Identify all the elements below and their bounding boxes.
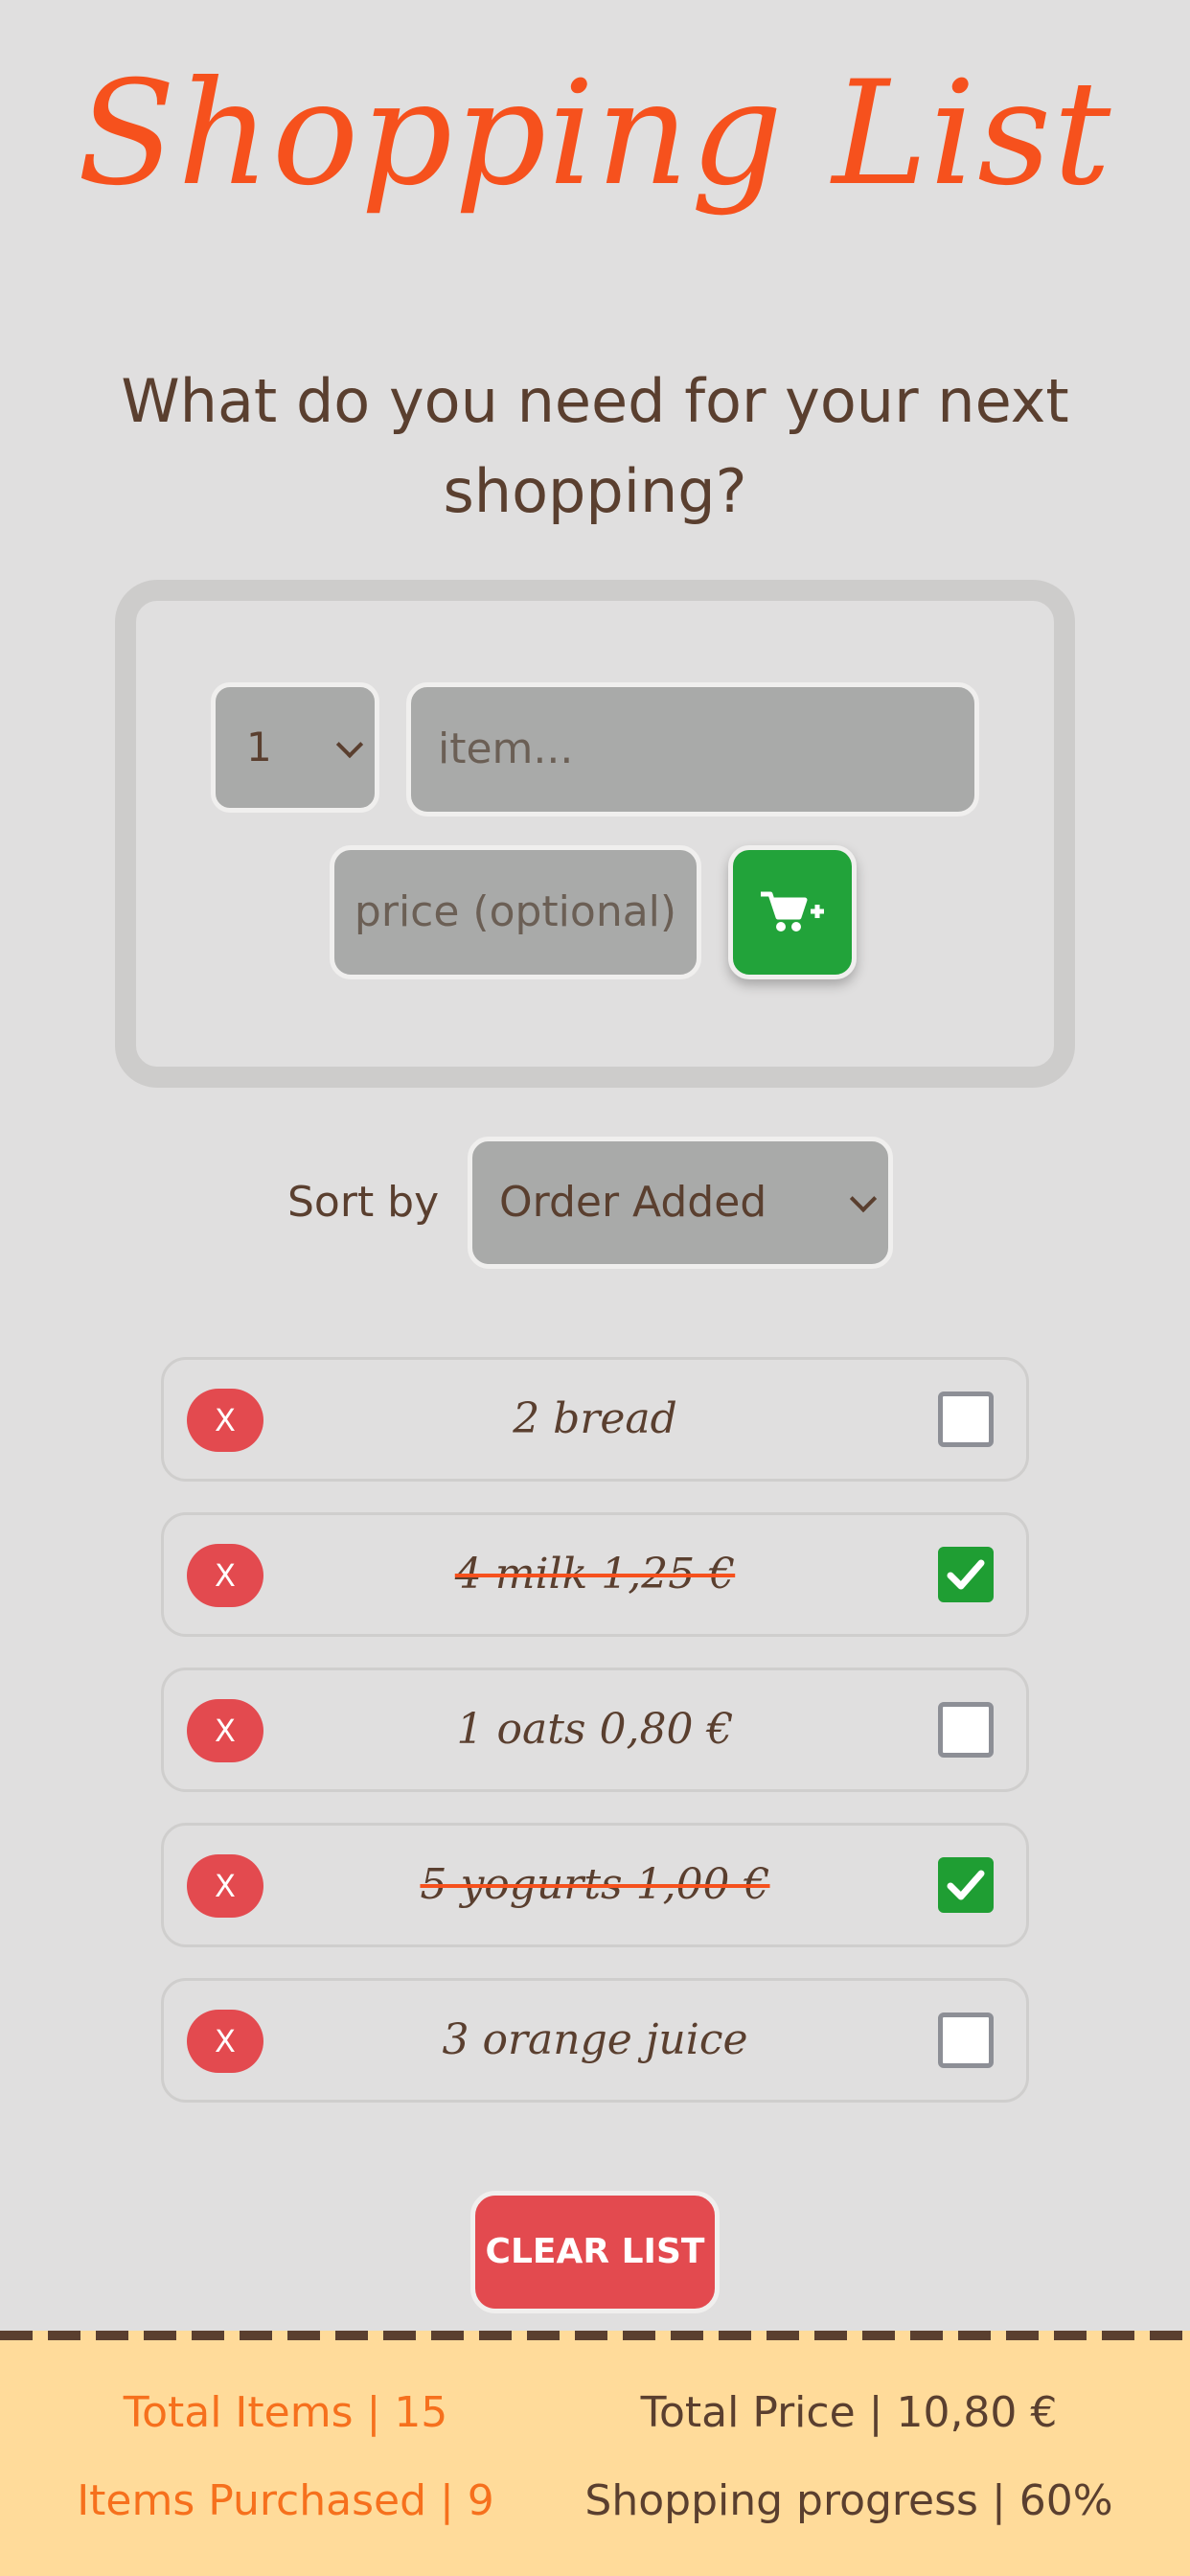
page-subtitle: What do you need for your next shopping? <box>121 366 1069 526</box>
quantity-value: 1 <box>246 724 272 770</box>
list-item: X 3 orange juice <box>161 1978 1029 2103</box>
shopping-progress-stat: Shopping progress | 60% <box>584 2476 1113 2525</box>
item-text: 2 bread <box>513 1394 677 1443</box>
delete-item-button[interactable]: X <box>187 2010 263 2073</box>
delete-item-button[interactable]: X <box>187 1544 263 1607</box>
list-item: X 4 milk 1,25 € <box>161 1512 1029 1637</box>
sort-selected-value: Order Added <box>499 1178 767 1227</box>
add-item-form <box>115 580 1075 1088</box>
item-checkbox[interactable] <box>938 1547 994 1602</box>
item-text: 3 orange juice <box>442 2015 748 2064</box>
item-checkbox[interactable] <box>938 1392 994 1447</box>
item-placeholder: item... <box>438 724 574 773</box>
add-item-button[interactable] <box>728 845 857 979</box>
quantity-select[interactable]: 1 <box>211 682 379 813</box>
sort-label: Sort by <box>287 1178 440 1227</box>
item-checkbox[interactable] <box>938 2012 994 2068</box>
list-item: X 1 oats 0,80 € <box>161 1668 1029 1792</box>
total-price-stat: Total Price | 10,80 € <box>640 2388 1058 2437</box>
item-checkbox[interactable] <box>938 1702 994 1758</box>
items-purchased-stat: Items Purchased | 9 <box>77 2476 494 2525</box>
total-items-stat: Total Items | 15 <box>123 2388 448 2437</box>
list-item: X 5 yogurts 1,00 € <box>161 1823 1029 1947</box>
delete-item-button[interactable]: X <box>187 1854 263 1918</box>
delete-item-button[interactable]: X <box>187 1389 263 1452</box>
item-input[interactable]: item... <box>406 682 979 816</box>
list-item: X 2 bread <box>161 1357 1029 1482</box>
cart-plus-icon <box>761 891 824 932</box>
price-input[interactable]: price (optional) <box>330 845 701 979</box>
check-icon <box>947 1870 985 1900</box>
item-text: 5 yogurts 1,00 € <box>420 1860 770 1909</box>
chevron-down-icon <box>849 1184 878 1213</box>
app-title: Shopping List <box>77 51 1113 218</box>
check-icon <box>947 1559 985 1590</box>
stats-footer: Total Items | 15 Total Price | 10,80 € I… <box>0 2331 1190 2576</box>
chevron-down-icon <box>335 730 364 759</box>
price-placeholder: price (optional) <box>354 887 677 936</box>
item-text: 1 oats 0,80 € <box>456 1705 734 1754</box>
sort-select[interactable]: Order Added <box>468 1137 893 1269</box>
item-checkbox[interactable] <box>938 1857 994 1913</box>
footer-divider <box>0 2331 1190 2340</box>
delete-item-button[interactable]: X <box>187 1699 263 1762</box>
item-text: 4 milk 1,25 € <box>454 1550 736 1598</box>
clear-list-button[interactable]: CLEAR LIST <box>470 2191 720 2313</box>
